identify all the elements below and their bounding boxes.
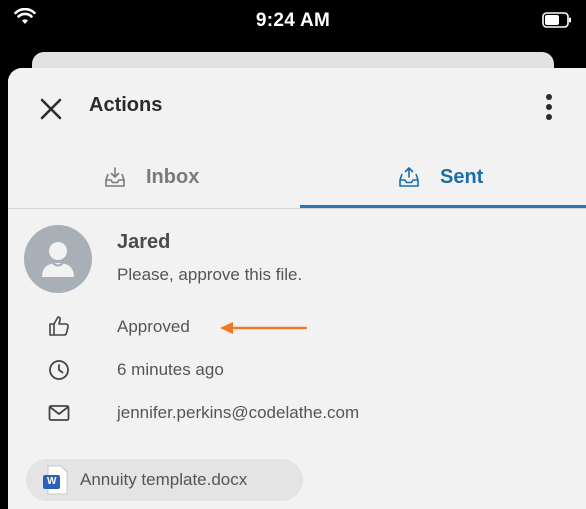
arrow-pointer-icon — [220, 322, 308, 334]
recipient-email: jennifer.perkins@codelathe.com — [117, 403, 360, 422]
inbox-tray-icon — [105, 167, 125, 187]
tab-sent-label: Sent — [440, 165, 484, 188]
tab-bar: Inbox Sent — [8, 146, 586, 209]
word-document-icon: W — [42, 465, 68, 495]
user-icon — [42, 242, 74, 277]
status-time: 9:24 AM — [255, 10, 331, 31]
actions-sheet: Actions Inbox Sent Jared Please, approve… — [8, 68, 586, 509]
file-name: Annuity template.docx — [80, 470, 248, 489]
clock-icon — [46, 357, 72, 383]
sent-tray-icon — [399, 167, 419, 187]
battery-icon — [542, 12, 572, 33]
mail-icon — [46, 400, 72, 426]
sheet-header: Actions — [8, 68, 586, 146]
status-bar: 9:24 AM — [0, 0, 586, 44]
more-options-button[interactable] — [534, 90, 564, 124]
file-chip[interactable]: W Annuity template.docx — [26, 459, 303, 501]
avatar — [24, 225, 92, 293]
action-message: Please, approve this file. — [117, 265, 303, 284]
approval-status: Approved — [117, 317, 190, 336]
sender-name: Jared — [117, 231, 171, 253]
word-icon-letter: W — [47, 476, 57, 487]
action-detail: Jared Please, approve this file. Approve… — [8, 209, 586, 509]
page-title: Actions — [89, 94, 163, 116]
tab-inbox[interactable]: Inbox — [104, 146, 199, 208]
more-vertical-icon — [546, 94, 552, 120]
active-tab-indicator — [300, 205, 586, 208]
tab-inbox-label: Inbox — [146, 165, 200, 188]
thumbs-up-icon — [46, 313, 72, 339]
close-button[interactable] — [34, 92, 68, 126]
close-icon — [40, 98, 62, 120]
time-ago: 6 minutes ago — [117, 360, 224, 379]
tab-sent[interactable]: Sent — [398, 146, 483, 208]
